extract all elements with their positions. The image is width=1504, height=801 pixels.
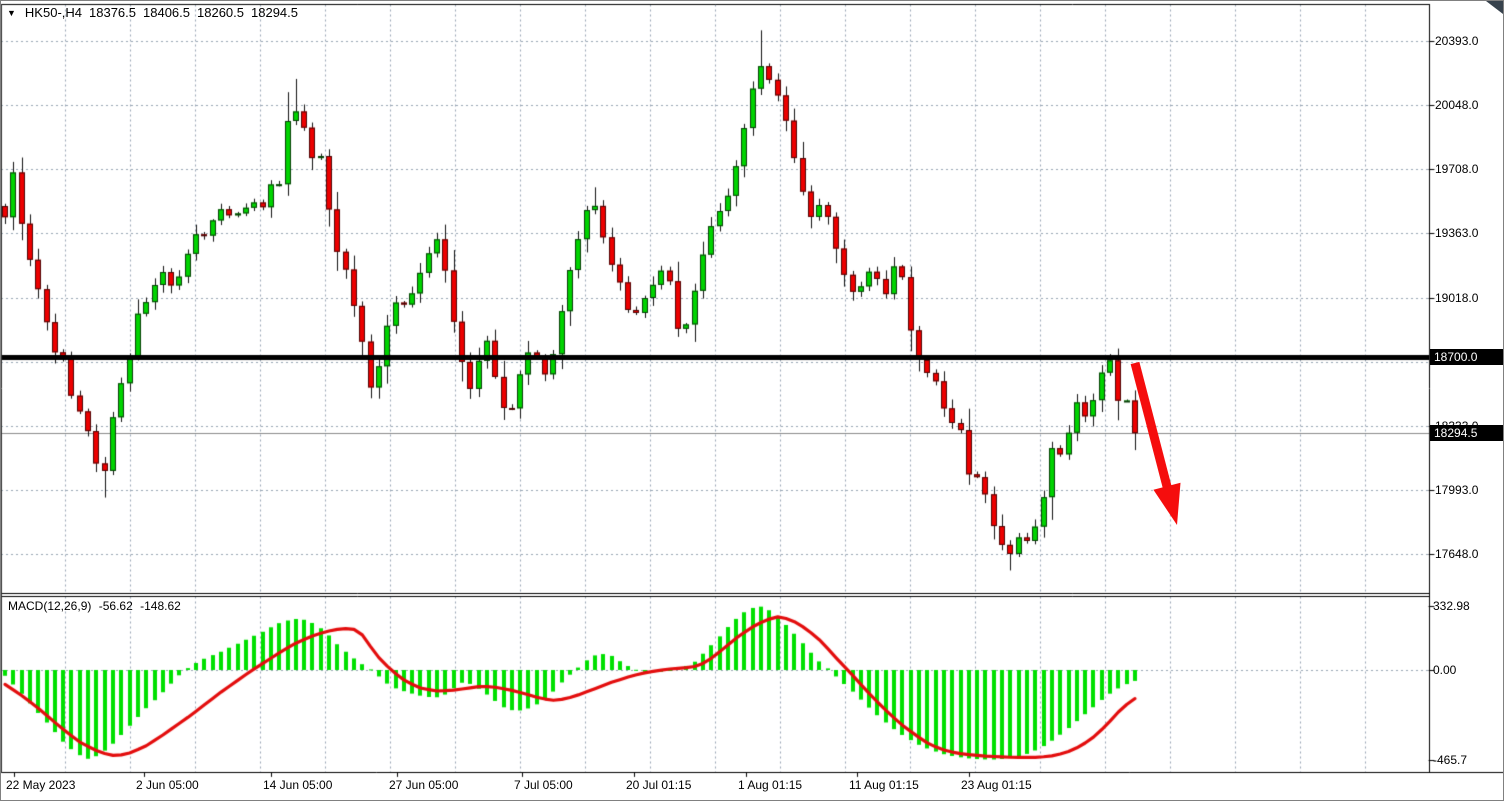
down-arrow-object[interactable] [1,1,1504,801]
chart-window: ▼ HK50-,H4 18376.5 18406.5 18260.5 18294… [0,0,1504,801]
